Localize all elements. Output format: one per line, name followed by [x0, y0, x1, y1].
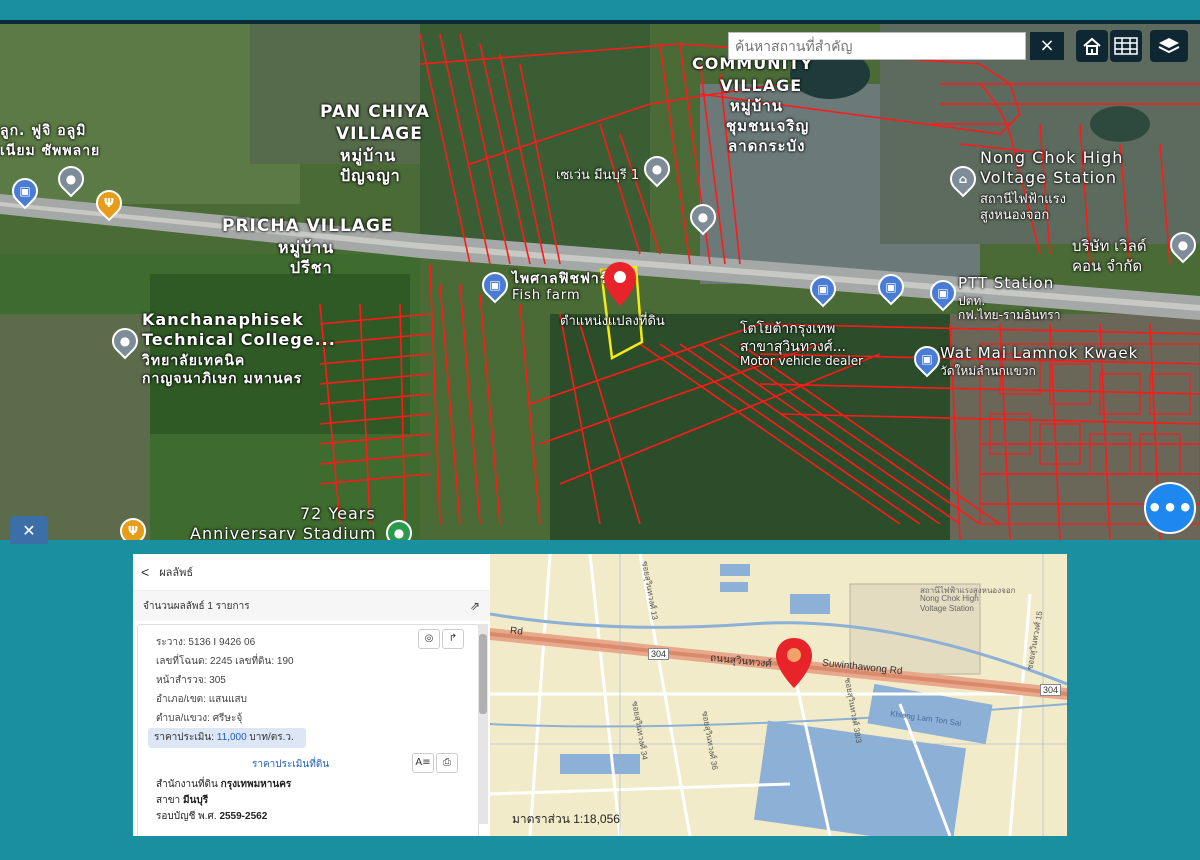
layers-icon [1158, 38, 1180, 54]
price-label: ราคาประเมิน: [154, 732, 215, 743]
map-label: Nong Chok High [980, 148, 1124, 167]
map-label: ลูก. ฟูจิ อลูมิ [0, 123, 87, 139]
parcel-location-label: ตำแหน่งแปลงที่ดิน [560, 314, 665, 329]
parcel-sheet-text: ระวาง: 5136 I 9426 06 [156, 637, 256, 648]
map-label: 72 Years [300, 504, 376, 523]
ruler-icon: ✕ [22, 520, 36, 540]
place-search-input[interactable] [729, 33, 1025, 59]
price-unit: บาท/ตร.ว. [249, 732, 294, 743]
satellite-map[interactable]: PAN CHIYA VILLAGE หมู่บ้าน ปัญจญา COMMUN… [0, 24, 1200, 540]
map-label: ปัญจญา [340, 166, 401, 185]
branch-line: สาขา มีนบุรี [156, 795, 209, 806]
land-office-line: สำนักงานที่ดิน กรุงเทพมหานคร [156, 779, 292, 790]
map-label: วัดใหม่ลำนกแขวก [940, 364, 1036, 378]
map-label: Wat Mai Lamnok Kwaek [940, 344, 1139, 362]
map-label: PTT Station [958, 274, 1055, 292]
map-label: PRICHA VILLAGE [222, 216, 394, 236]
map-label: กฟ.ไทย-รามอินทรา [958, 308, 1061, 322]
result-count-text: จำนวนผลลัพธ์ 1 รายการ [143, 600, 250, 612]
map-label: เนียม ซัพพลาย [0, 143, 101, 159]
measure-tool-button[interactable]: ✕ [10, 516, 48, 544]
map-label: Voltage Station [980, 168, 1117, 187]
compare-button[interactable]: A≡ [412, 753, 434, 773]
printer-icon: ⎙ [443, 757, 451, 768]
place-search-box[interactable] [728, 32, 1026, 60]
home-button[interactable] [1076, 30, 1108, 62]
map-label: สูงหนองจอก [980, 208, 1050, 223]
assessment-title: ราคาประเมินที่ดิน [252, 759, 330, 770]
grid-icon [1114, 37, 1138, 55]
map-label: Motor vehicle dealer [740, 354, 864, 368]
price-value: 11,000 [216, 732, 247, 743]
back-button[interactable]: < [141, 564, 149, 580]
parcel-district-text: อำเภอ/เขต: แสนแสบ [156, 694, 248, 705]
map-label: Fish farm [512, 288, 581, 303]
map-label: กาญจนาภิเษก มหานคร [142, 371, 303, 387]
home-icon [1083, 37, 1101, 55]
parcel-subdistrict-text: ตำบล/แขวง: ศรีษะจุ้ [156, 713, 243, 724]
turn-right-icon: ↱ [448, 633, 458, 644]
panel-scrollbar[interactable] [478, 624, 488, 824]
compare-icon: A≡ [415, 757, 431, 768]
layers-button[interactable] [1150, 30, 1188, 62]
parcel-result-card[interactable]: ระวาง: 5136 I 9426 06 เลขที่โฉนด: 2245 เ… [137, 624, 479, 836]
map-label: ปรีชา [290, 258, 333, 277]
station-label: Nong Chok High [920, 594, 979, 603]
result-count-row: จำนวนผลลัพธ์ 1 รายการ ⇗ [133, 591, 490, 621]
map-label: Technical College... [142, 330, 336, 349]
search-clear-button[interactable]: × [1030, 32, 1064, 60]
street-map[interactable]: 304 304 Rd ถนนสุวินทวงศ์ Suwinthawong Rd… [490, 554, 1067, 836]
map-label: ไพศาลฟิชฟาร์ม [512, 271, 619, 287]
map-label: VILLAGE [720, 76, 803, 95]
result-panel: < ผลลัพธ์ จำนวนผลลัพธ์ 1 รายการ ⇗ ระวาง:… [133, 554, 490, 836]
map-label: ลาดกระบัง [728, 137, 806, 155]
station-label: Voltage Station [920, 604, 974, 613]
locate-button[interactable]: ◎ [418, 629, 440, 649]
parcel-survey-text: หน้าสำรวจ: 305 [156, 675, 226, 686]
navigate-button[interactable]: ↱ [442, 629, 464, 649]
period-line: รอบบัญชี พ.ศ. 2559-2562 [156, 811, 268, 822]
selected-location-marker-icon[interactable] [604, 262, 636, 306]
map-label: เซเว่น มีนบุรี 1 [556, 168, 640, 183]
map-label: Anniversary Stadium [190, 524, 377, 540]
target-icon: ◎ [424, 633, 434, 644]
print-button[interactable]: ⎙ [436, 753, 458, 773]
map-scale-label: มาตราส่วน 1:18,056 [512, 812, 620, 826]
result-panel-header: < ผลลัพธ์ [133, 554, 490, 591]
map-label: VILLAGE [336, 124, 423, 144]
road-number-badge: 304 [648, 648, 670, 660]
road-number-badge: 304 [1040, 684, 1062, 696]
result-panel-title: ผลลัพธ์ [159, 567, 194, 579]
share-icon[interactable]: ⇗ [470, 599, 480, 613]
assessed-price-box: ราคาประเมิน: 11,000 บาท/ตร.ว. [148, 728, 306, 748]
top-bar [0, 0, 1200, 22]
grid-button[interactable] [1110, 30, 1142, 62]
road-label: Rd [509, 625, 524, 638]
parcel-deed-text: เลขที่โฉนด: 2245 เลขที่ดิน: 190 [156, 656, 294, 667]
more-options-button[interactable]: ••• [1144, 482, 1196, 534]
map-label: คอน จำกัด [1072, 257, 1143, 275]
map-label: Kanchanaphisek [142, 310, 304, 329]
map-label: PAN CHIYA [320, 102, 431, 122]
